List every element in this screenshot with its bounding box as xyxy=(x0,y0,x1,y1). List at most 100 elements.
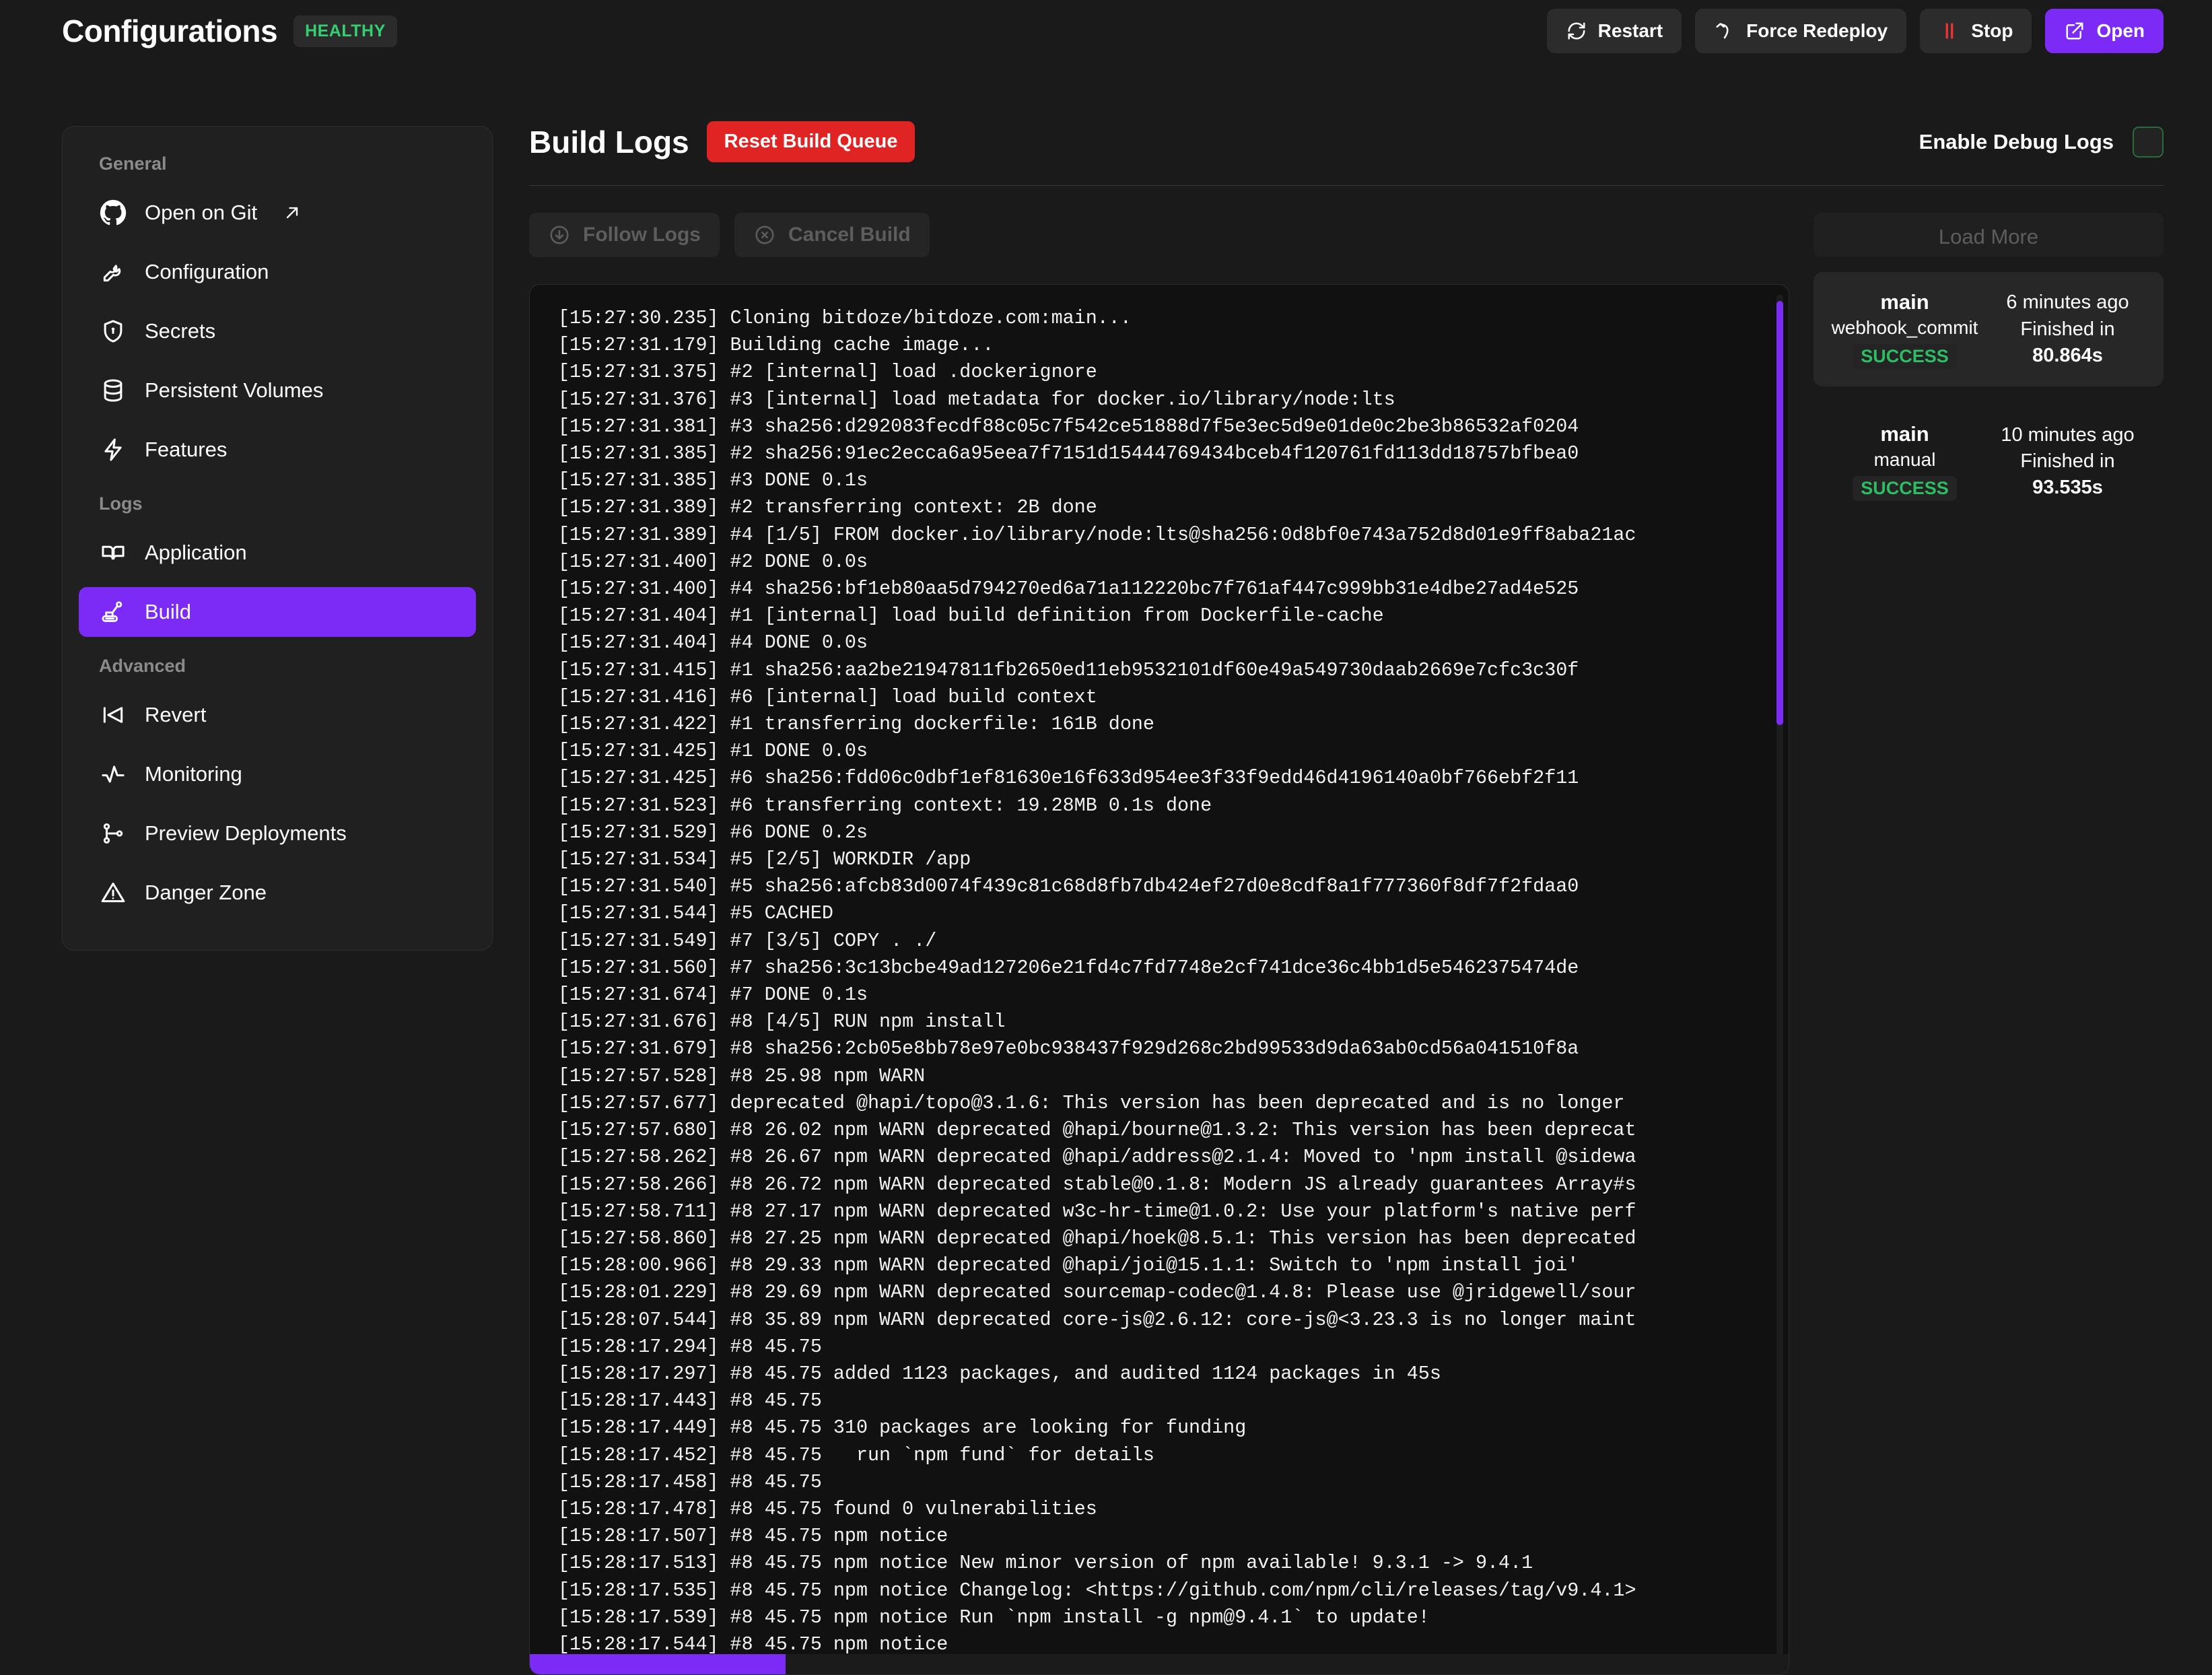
reset-build-queue-button[interactable]: Reset Build Queue xyxy=(707,121,915,162)
build-duration: Finished in 93.535s xyxy=(1984,448,2151,501)
log-line: [15:28:17.535] #8 45.75 npm notice Chang… xyxy=(558,1577,1789,1604)
load-more-button[interactable]: Load More xyxy=(1813,213,2164,257)
sidebar-item-open-on-git[interactable]: Open on Git xyxy=(79,188,476,238)
sidebar-item-label: Secrets xyxy=(145,319,215,343)
log-line: [15:27:31.416] #6 [internal] load build … xyxy=(558,684,1789,711)
build-history-item[interactable]: main manual SUCCESS 10 minutes ago Finis… xyxy=(1813,404,2164,518)
database-icon xyxy=(99,376,127,405)
book-icon xyxy=(99,539,127,567)
main-content: Build Logs Reset Build Queue Enable Debu… xyxy=(529,62,2164,1675)
log-toolbar: Follow Logs Cancel Build xyxy=(529,213,1789,257)
restart-button[interactable]: Restart xyxy=(1547,9,1682,53)
log-vertical-scrollbar-track[interactable] xyxy=(1776,294,1783,1665)
logs-column: Follow Logs Cancel Build [15:27:30.235] … xyxy=(529,213,1789,1675)
log-line: [15:27:31.415] #1 sha256:aa2be21947811fb… xyxy=(558,657,1789,684)
sidebar-item-label: Build xyxy=(145,600,191,624)
build-status-badge: SUCCESS xyxy=(1853,344,1957,369)
top-bar-left: Configurations HEALTHY xyxy=(62,15,397,47)
sidebar-item-features[interactable]: Features xyxy=(79,425,476,475)
log-line: [15:27:31.400] #4 sha256:bf1eb80aa5d7942… xyxy=(558,576,1789,603)
settings-sidebar: General Open on Git Configuration xyxy=(62,126,493,951)
build-logs-header-left: Build Logs Reset Build Queue xyxy=(529,121,915,162)
sidebar-item-label: Features xyxy=(145,438,227,462)
external-arrow-icon xyxy=(283,203,302,222)
top-bar-actions: Restart Force Redeploy Stop xyxy=(1547,9,2164,53)
follow-logs-label: Follow Logs xyxy=(583,224,701,246)
sidebar-item-configuration[interactable]: Configuration xyxy=(79,247,476,297)
log-line: [15:27:30.235] Cloning bitdoze/bitdoze.c… xyxy=(558,305,1789,332)
build-branch: main xyxy=(1826,421,1984,448)
cancel-build-button[interactable]: Cancel Build xyxy=(734,213,930,257)
open-label: Open xyxy=(2096,20,2145,42)
log-line: [15:27:31.544] #5 CACHED xyxy=(558,900,1789,927)
nav-group-label-general: General xyxy=(79,144,476,178)
bolt-icon xyxy=(99,436,127,464)
log-line: [15:27:31.674] #7 DONE 0.1s xyxy=(558,982,1789,1009)
sidebar-item-danger-zone[interactable]: Danger Zone xyxy=(79,868,476,918)
open-button[interactable]: Open xyxy=(2045,9,2164,53)
log-line: [15:28:00.966] #8 29.33 npm WARN depreca… xyxy=(558,1252,1789,1279)
top-bar: Configurations HEALTHY Restart Force Red… xyxy=(0,0,2212,62)
build-log-panel: [15:27:30.235] Cloning bitdoze/bitdoze.c… xyxy=(529,284,1789,1675)
log-line: [15:27:31.381] #3 sha256:d292083fecdf88c… xyxy=(558,413,1789,440)
log-line: [15:27:31.422] #1 transferring dockerfil… xyxy=(558,711,1789,738)
log-line: [15:28:17.449] #8 45.75 310 packages are… xyxy=(558,1414,1789,1441)
build-logs-title: Build Logs xyxy=(529,127,689,158)
log-line: [15:27:31.425] #1 DONE 0.0s xyxy=(558,738,1789,765)
log-line: [15:28:17.458] #8 45.75 xyxy=(558,1469,1789,1496)
log-line: [15:27:31.375] #2 [internal] load .docke… xyxy=(558,359,1789,386)
log-line: [15:27:31.540] #5 sha256:afcb83d0074f439… xyxy=(558,873,1789,900)
status-badge: HEALTHY xyxy=(293,15,397,47)
stop-icon xyxy=(1939,20,1960,42)
sidebar-item-preview-deployments[interactable]: Preview Deployments xyxy=(79,809,476,858)
sidebar-item-build[interactable]: Build xyxy=(79,587,476,637)
log-line: [15:27:31.549] #7 [3/5] COPY . ./ xyxy=(558,928,1789,955)
log-line: [15:28:17.443] #8 45.75 xyxy=(558,1388,1789,1414)
redeploy-icon xyxy=(1714,20,1735,42)
log-line: [15:27:58.266] #8 26.72 npm WARN depreca… xyxy=(558,1171,1789,1198)
log-line: [15:27:31.534] #5 [2/5] WORKDIR /app xyxy=(558,846,1789,873)
stop-button[interactable]: Stop xyxy=(1920,9,2032,53)
shield-lock-icon xyxy=(99,317,127,345)
build-log-output[interactable]: [15:27:30.235] Cloning bitdoze/bitdoze.c… xyxy=(530,285,1789,1674)
build-history-item-timing: 10 minutes ago Finished in 93.535s xyxy=(1984,422,2151,501)
log-line: [15:27:31.676] #8 [4/5] RUN npm install xyxy=(558,1009,1789,1035)
build-history-item[interactable]: main webhook_commit SUCCESS 6 minutes ag… xyxy=(1813,272,2164,386)
log-line: [15:27:31.389] #4 [1/5] FROM docker.io/l… xyxy=(558,522,1789,549)
log-line: [15:27:31.389] #2 transferring context: … xyxy=(558,494,1789,521)
stop-label: Stop xyxy=(1971,20,2013,42)
build-duration: Finished in 80.864s xyxy=(1984,316,2151,369)
restart-label: Restart xyxy=(1598,20,1663,42)
log-vertical-scrollbar-thumb[interactable] xyxy=(1776,301,1783,725)
force-redeploy-button[interactable]: Force Redeploy xyxy=(1695,9,1906,53)
force-redeploy-label: Force Redeploy xyxy=(1746,20,1888,42)
sidebar-item-persistent-volumes[interactable]: Persistent Volumes xyxy=(79,366,476,415)
arrow-down-circle-icon xyxy=(548,224,571,246)
log-line: [15:28:17.507] #8 45.75 npm notice xyxy=(558,1523,1789,1550)
bulldozer-icon xyxy=(99,598,127,626)
log-line: [15:27:58.860] #8 27.25 npm WARN depreca… xyxy=(558,1225,1789,1252)
log-line: [15:27:58.711] #8 27.17 npm WARN depreca… xyxy=(558,1198,1789,1225)
restart-icon xyxy=(1566,20,1587,42)
build-source: webhook_commit xyxy=(1826,316,1984,340)
revert-icon xyxy=(99,701,127,729)
build-duration-value: 93.535s xyxy=(2032,477,2103,498)
log-line: [15:27:58.262] #8 26.67 npm WARN depreca… xyxy=(558,1144,1789,1171)
log-line: [15:28:17.452] #8 45.75 run `npm fund` f… xyxy=(558,1442,1789,1469)
log-horizontal-scrollbar-thumb[interactable] xyxy=(530,1654,786,1674)
log-line: [15:28:07.544] #8 35.89 npm WARN depreca… xyxy=(558,1307,1789,1334)
log-horizontal-scrollbar-track[interactable] xyxy=(530,1654,1789,1674)
enable-debug-logs-checkbox[interactable] xyxy=(2133,127,2164,158)
follow-logs-button[interactable]: Follow Logs xyxy=(529,213,720,257)
log-line: [15:27:31.385] #3 DONE 0.1s xyxy=(558,467,1789,494)
sidebar-item-label: Danger Zone xyxy=(145,881,267,905)
sidebar-item-label: Application xyxy=(145,541,247,565)
sidebar-item-application[interactable]: Application xyxy=(79,528,476,578)
sidebar-item-revert[interactable]: Revert xyxy=(79,690,476,740)
cancel-build-label: Cancel Build xyxy=(788,224,911,246)
log-line: [15:27:31.400] #2 DONE 0.0s xyxy=(558,549,1789,576)
sidebar-item-secrets[interactable]: Secrets xyxy=(79,306,476,356)
log-line: [15:28:01.229] #8 29.69 npm WARN depreca… xyxy=(558,1279,1789,1306)
sidebar-item-monitoring[interactable]: Monitoring xyxy=(79,749,476,799)
log-line: [15:27:31.404] #1 [internal] load build … xyxy=(558,603,1789,629)
